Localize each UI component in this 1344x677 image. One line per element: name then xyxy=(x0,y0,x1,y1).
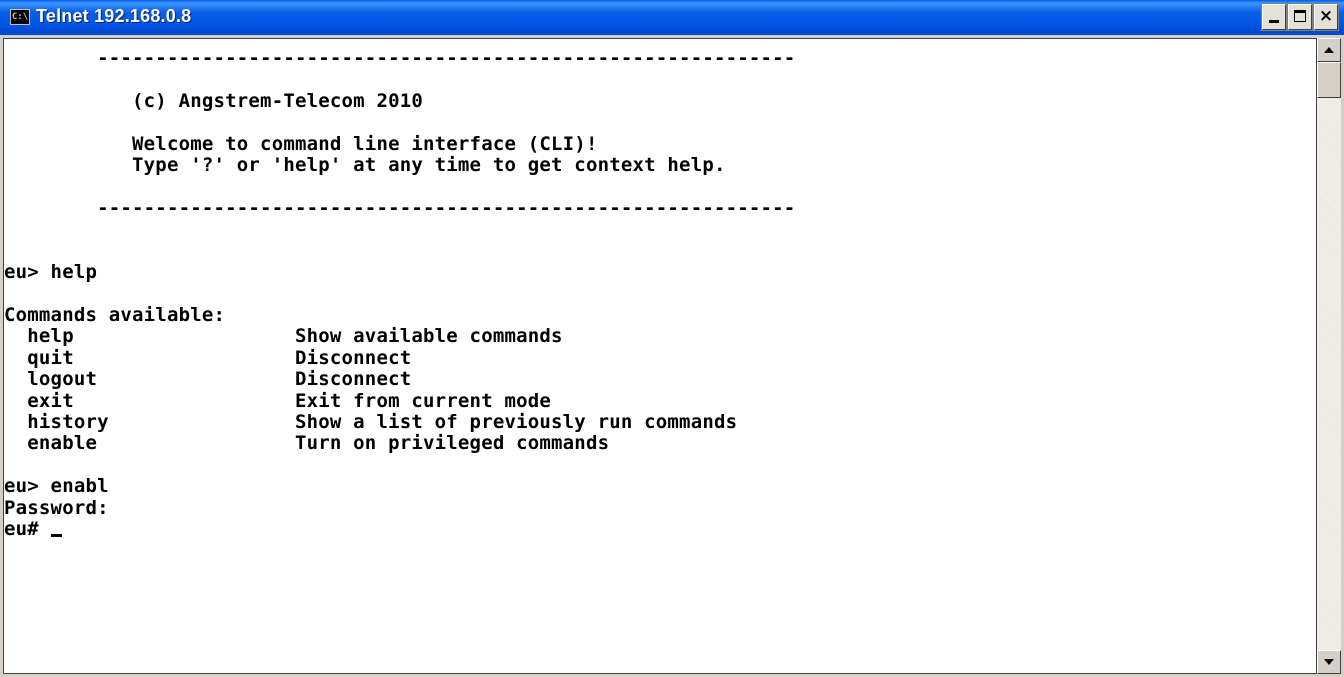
text-cursor xyxy=(50,533,62,537)
console-line: Welcome to command line interface (CLI)! xyxy=(4,132,598,155)
maximize-icon xyxy=(1294,10,1306,22)
console-line: eu# xyxy=(4,517,51,540)
console-line: exit Exit from current mode xyxy=(4,389,552,412)
console-line: ----------------------------------------… xyxy=(4,196,796,219)
close-button[interactable]: × xyxy=(1313,3,1339,31)
scroll-down-icon xyxy=(1324,659,1334,665)
scroll-up-icon xyxy=(1324,47,1334,53)
console-line: Type '?' or 'help' at any time to get co… xyxy=(4,154,726,177)
window-title: Telnet 192.168.0.8 xyxy=(36,6,192,26)
console-line: enable Turn on privileged commands xyxy=(4,432,610,455)
minimize-icon xyxy=(1269,20,1279,23)
console-line: help Show available commands xyxy=(4,325,563,348)
console-line: eu> enabl xyxy=(4,475,109,498)
console-line: history Show a list of previously run co… xyxy=(4,410,738,433)
console-output: ----------------------------------------… xyxy=(4,39,1316,540)
console-icon[interactable]: C:\ xyxy=(10,9,30,25)
scroll-up-button[interactable] xyxy=(1317,38,1341,62)
console-area[interactable]: ----------------------------------------… xyxy=(3,38,1317,674)
maximize-button[interactable] xyxy=(1287,3,1313,31)
scroll-down-button[interactable] xyxy=(1317,650,1341,674)
console-line: quit Disconnect xyxy=(4,346,412,369)
console-line: ----------------------------------------… xyxy=(4,47,796,69)
vertical-scrollbar[interactable] xyxy=(1317,38,1341,674)
console-line: (c) Angstrem-Telecom 2010 xyxy=(4,89,424,112)
minimize-button[interactable] xyxy=(1261,3,1287,31)
console-line: eu> help xyxy=(4,261,98,284)
telnet-window: C:\ Telnet 192.168.0.8 × ---------------… xyxy=(0,0,1344,677)
title-bar[interactable]: C:\ Telnet 192.168.0.8 × xyxy=(0,0,1344,36)
scrollbar-thumb[interactable] xyxy=(1317,62,1341,98)
console-line: logout Disconnect xyxy=(4,368,412,391)
console-line: Commands available: xyxy=(4,303,226,326)
close-icon: × xyxy=(1318,6,1334,26)
console-line: Password: xyxy=(4,496,109,519)
